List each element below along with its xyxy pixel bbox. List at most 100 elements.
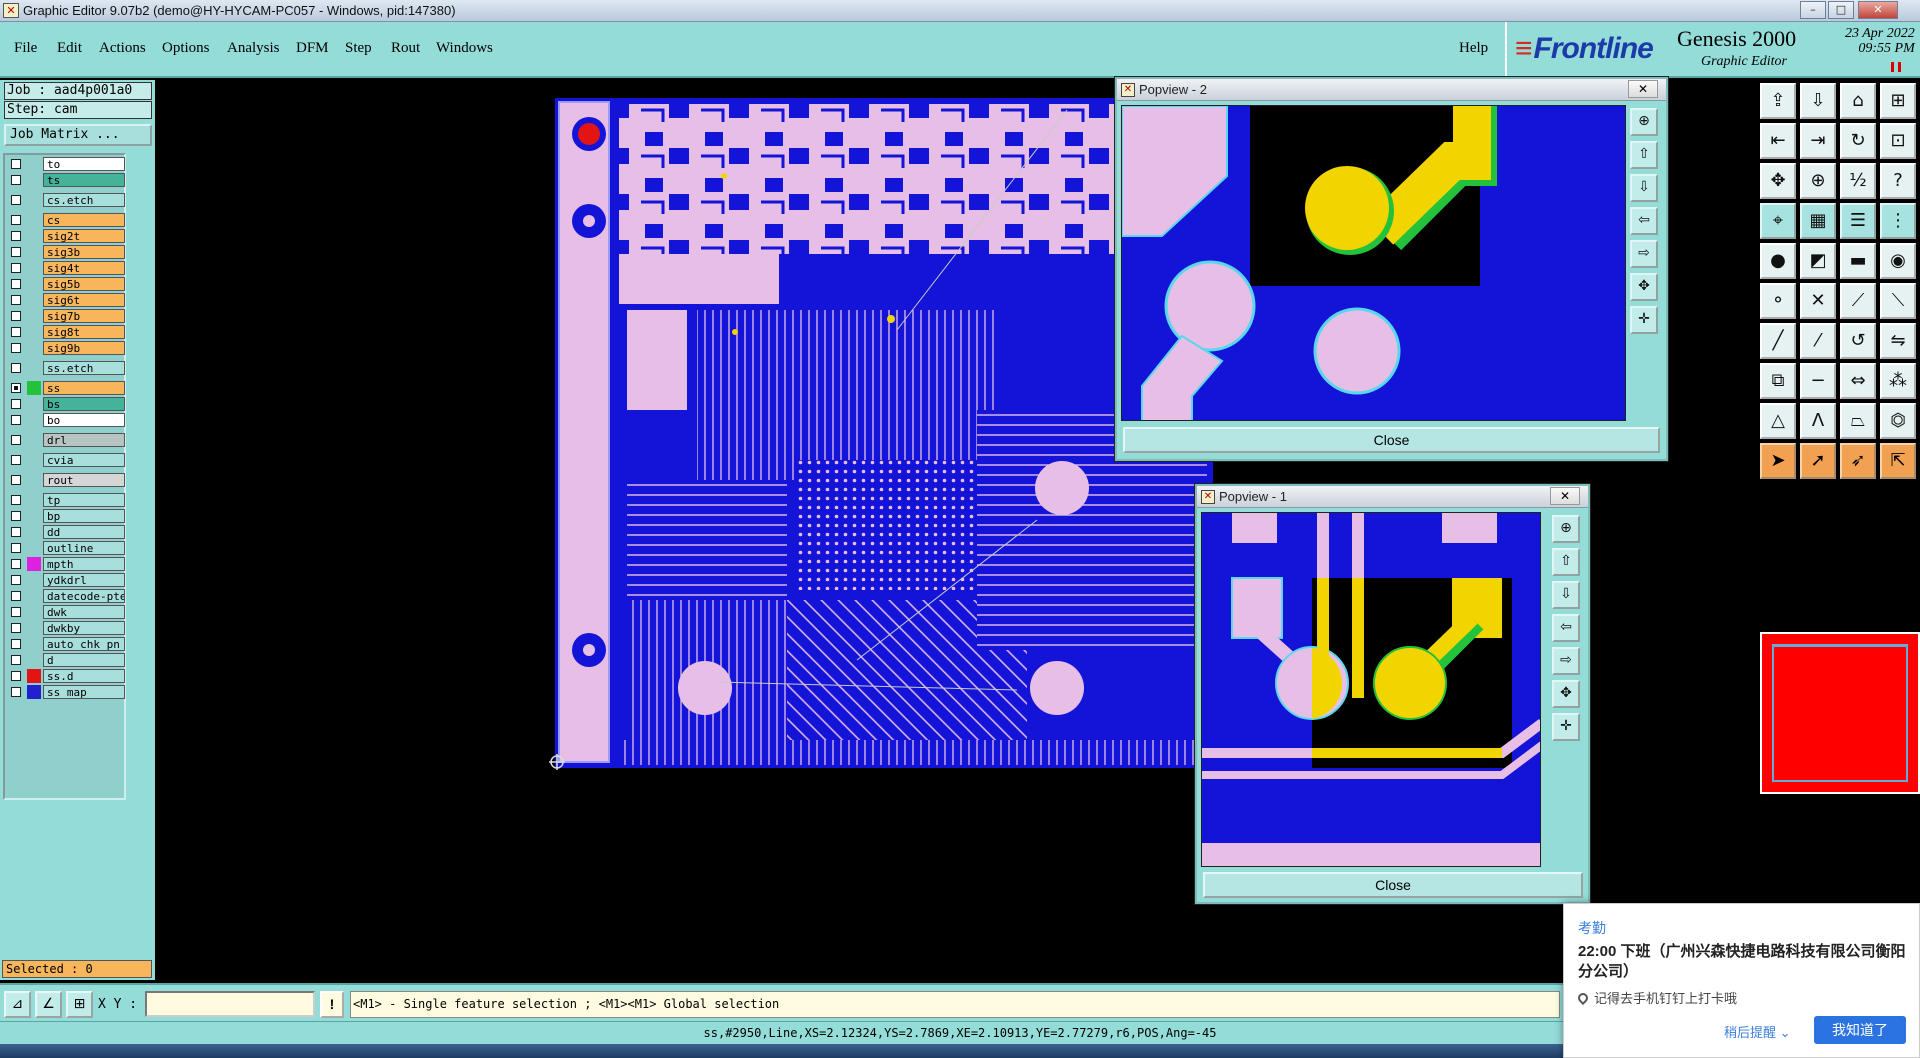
layer-row-to[interactable]: to — [7, 157, 125, 171]
layer-color-swatch[interactable] — [27, 473, 41, 487]
layer-row-d[interactable]: d — [7, 653, 125, 667]
layer-name[interactable]: cs — [43, 213, 125, 227]
tool-connect-icon[interactable]: ⚬ — [1760, 283, 1796, 319]
layer-name[interactable]: outline — [43, 541, 125, 555]
layer-checkbox[interactable] — [11, 455, 21, 465]
layer-checkbox[interactable] — [11, 247, 21, 257]
tool-flip-icon[interactable]: ⇋ — [1880, 323, 1916, 359]
popview-center-icon[interactable]: ✛ — [1552, 713, 1580, 741]
layer-color-swatch[interactable] — [27, 433, 41, 447]
layer-row-ss[interactable]: ss — [7, 381, 125, 395]
menu-rout[interactable]: Rout — [391, 40, 420, 57]
layer-name[interactable]: sig7b — [43, 309, 125, 323]
layer-name[interactable]: ydkdrl — [43, 573, 125, 587]
layer-checkbox[interactable] — [11, 607, 21, 617]
popview-pan-left-icon[interactable]: ⇦ — [1630, 207, 1658, 235]
layer-color-swatch[interactable] — [27, 653, 41, 667]
tool-select-arrow-icon[interactable]: ➤ — [1760, 443, 1796, 479]
layer-color-swatch[interactable] — [27, 493, 41, 507]
layer-color-swatch[interactable] — [27, 277, 41, 291]
menu-edit[interactable]: Edit — [57, 40, 82, 57]
tool-filter-icon[interactable]: ⋮ — [1880, 203, 1916, 239]
tool-pan-right-icon[interactable]: ⇥ — [1800, 123, 1836, 159]
popview-zoom-down-icon[interactable]: ⇩ — [1552, 581, 1580, 609]
popview-2-canvas[interactable] — [1121, 105, 1626, 421]
layer-row-sig4t[interactable]: sig4t — [7, 261, 125, 275]
popview-pan-left-icon[interactable]: ⇦ — [1552, 614, 1580, 642]
layer-name[interactable]: dwkby — [43, 621, 125, 635]
layer-row-drl[interactable]: drl — [7, 433, 125, 447]
popview-1-close-icon[interactable]: ✕ — [1550, 487, 1580, 505]
tool-minus-icon[interactable]: − — [1800, 363, 1836, 399]
layer-row-ss.d[interactable]: ss.d — [7, 669, 125, 683]
popview-2-zoom[interactable] — [1122, 106, 1626, 421]
layer-name[interactable]: ss.d — [43, 669, 125, 683]
layer-color-swatch[interactable] — [27, 413, 41, 427]
layer-checkbox[interactable] — [11, 263, 21, 273]
layer-name[interactable]: bs — [43, 397, 125, 411]
tool-resize-icon[interactable]: ⇔ — [1840, 363, 1876, 399]
layer-color-swatch[interactable] — [27, 193, 41, 207]
layer-row-dwk[interactable]: dwk — [7, 605, 125, 619]
layer-checkbox[interactable] — [11, 435, 21, 445]
layer-color-swatch[interactable] — [27, 557, 41, 571]
tool-break-icon[interactable]: ⟍ — [1880, 283, 1916, 319]
tool-grid-icon[interactable]: ▦ — [1800, 203, 1836, 239]
layer-name[interactable]: sig3b — [43, 245, 125, 259]
menu-analysis[interactable]: Analysis — [227, 40, 280, 57]
layer-row-datecode-pte[interactable]: datecode-pte — [7, 589, 125, 603]
layer-row-cs.etch[interactable]: cs.etch — [7, 193, 125, 207]
popview-pan-right-icon[interactable]: ⇨ — [1552, 647, 1580, 675]
layer-checkbox[interactable] — [11, 639, 21, 649]
layer-color-swatch[interactable] — [27, 157, 41, 171]
layer-row-tp[interactable]: tp — [7, 493, 125, 507]
layer-name[interactable]: datecode-pte — [43, 589, 125, 603]
tool-select-area-icon[interactable]: ➚ — [1800, 443, 1836, 479]
layer-color-swatch[interactable] — [27, 361, 41, 375]
layer-name[interactable]: bo — [43, 413, 125, 427]
layer-checkbox[interactable] — [11, 687, 21, 697]
tool-measure-icon[interactable]: ⌖ — [1760, 203, 1796, 239]
layer-color-swatch[interactable] — [27, 229, 41, 243]
layer-row-sig7b[interactable]: sig7b — [7, 309, 125, 323]
layer-name[interactable]: rout — [43, 473, 125, 487]
remind-later-button[interactable]: 稍后提醒 ⌄ — [1724, 1022, 1791, 1041]
layer-color-swatch[interactable] — [27, 637, 41, 651]
acknowledge-button[interactable]: 我知道了 — [1814, 1016, 1906, 1044]
layer-color-swatch[interactable] — [27, 381, 41, 395]
layer-row-sig5b[interactable]: sig5b — [7, 277, 125, 291]
tool-line-icon[interactable]: ╱ — [1760, 323, 1796, 359]
popview-1-close-button[interactable]: Close — [1203, 872, 1583, 898]
layer-row-ydkdrl[interactable]: ydkdrl — [7, 573, 125, 587]
layer-checkbox[interactable] — [11, 575, 21, 585]
xy-input[interactable] — [145, 991, 315, 1017]
tool-one-to-one-icon[interactable]: ½ — [1840, 163, 1876, 199]
tool-add-pad-icon[interactable]: ● — [1760, 243, 1796, 279]
layer-name[interactable]: d — [43, 653, 125, 667]
job-matrix-button[interactable]: Job Matrix ... — [4, 124, 152, 146]
layer-checkbox[interactable] — [11, 343, 21, 353]
tool-rotate-icon[interactable]: ↺ — [1840, 323, 1876, 359]
tool-home-icon[interactable]: ⌂ — [1840, 83, 1876, 119]
tool-copy-icon[interactable]: ⧉ — [1760, 363, 1796, 399]
layer-color-swatch[interactable] — [27, 309, 41, 323]
layer-checkbox[interactable] — [11, 399, 21, 409]
layer-row-rout[interactable]: rout — [7, 473, 125, 487]
layer-row-bo[interactable]: bo — [7, 413, 125, 427]
layer-row-bs[interactable]: bs — [7, 397, 125, 411]
layer-checkbox[interactable] — [11, 559, 21, 569]
tool-open-icon[interactable]: ⇪ — [1760, 83, 1796, 119]
layer-color-swatch[interactable] — [27, 605, 41, 619]
layer-color-swatch[interactable] — [27, 589, 41, 603]
layer-checkbox[interactable] — [11, 215, 21, 225]
layer-name[interactable]: bp — [43, 509, 125, 523]
layer-checkbox[interactable] — [11, 495, 21, 505]
layer-checkbox[interactable] — [11, 543, 21, 553]
popview-fit-icon[interactable]: ✥ — [1552, 680, 1580, 708]
angle-mode-icon[interactable]: ∠ — [35, 991, 62, 1018]
layer-checkbox[interactable] — [11, 623, 21, 633]
tool-layers-icon[interactable]: ☰ — [1840, 203, 1876, 239]
layer-checkbox[interactable] — [11, 655, 21, 665]
layer-checkbox[interactable] — [11, 195, 21, 205]
layer-name[interactable]: drl — [43, 433, 125, 447]
